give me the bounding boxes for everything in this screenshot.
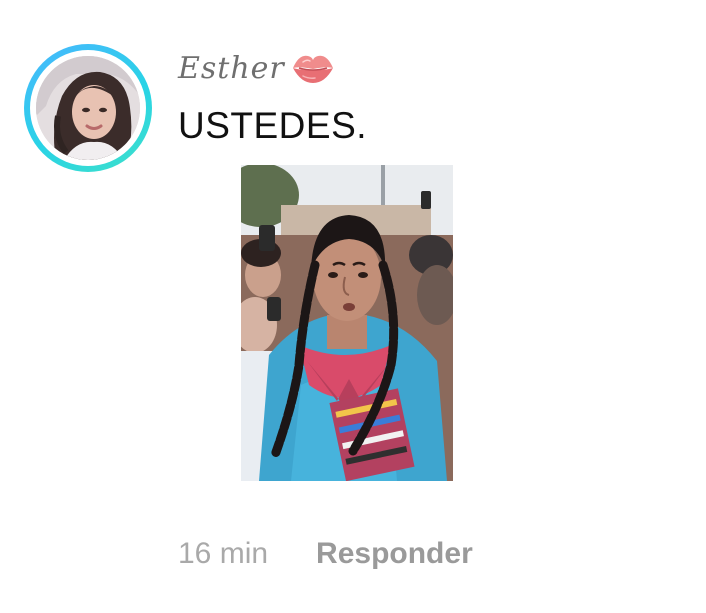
comment-image[interactable] [241, 165, 453, 481]
timestamp: 16 min [178, 537, 269, 570]
comment-author[interactable]: Esther [178, 46, 335, 90]
avatar-portrait-icon [36, 56, 140, 160]
avatar-photo [36, 56, 140, 160]
avatar[interactable] [24, 44, 152, 172]
photo-person-braids-icon [241, 165, 453, 481]
kiss-lips-icon [292, 55, 333, 83]
username-label: Esther [178, 50, 285, 86]
reply-button[interactable]: Responder [316, 537, 473, 571]
comment-meta: 16 min Responder [178, 532, 473, 576]
comment-text: USTEDES. [178, 105, 368, 146]
